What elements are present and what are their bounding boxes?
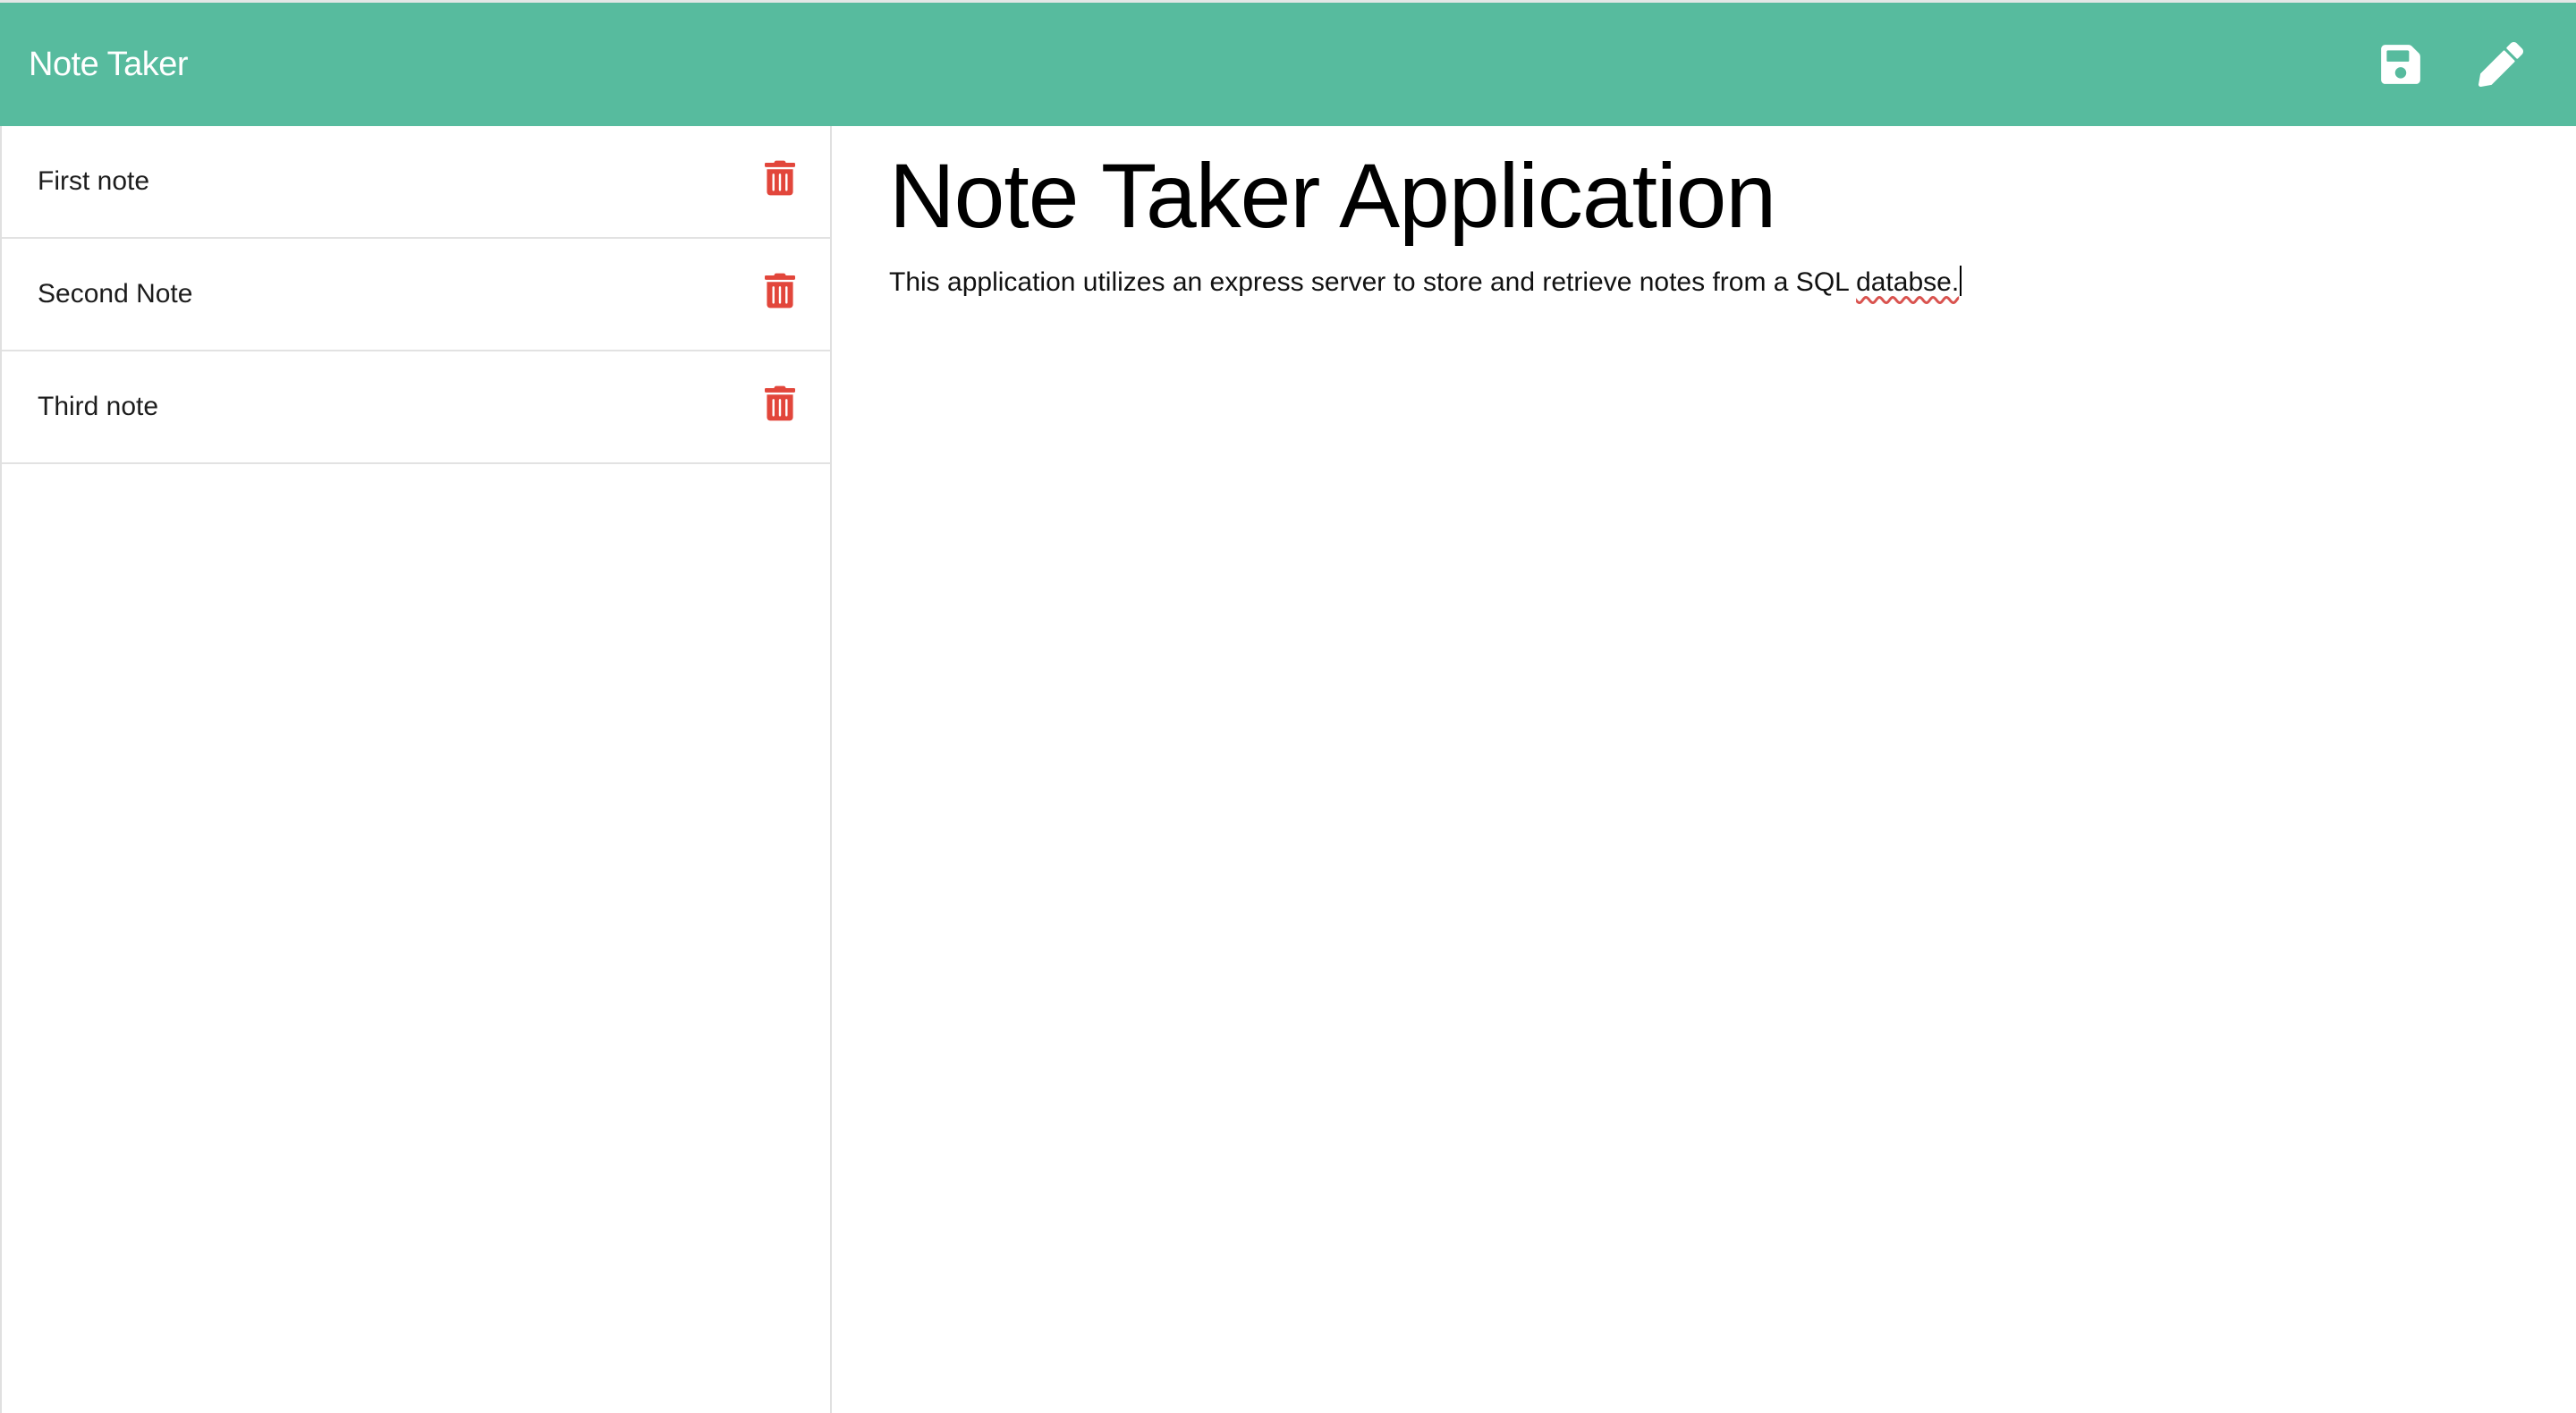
misspelled-word: databse. <box>1856 267 1960 298</box>
toolbar <box>2377 41 2524 88</box>
new-note-button[interactable] <box>2478 41 2524 88</box>
text-cursor <box>1960 266 1962 297</box>
save-icon <box>2381 45 2420 84</box>
list-item[interactable]: First note <box>2 126 830 239</box>
delete-note-button[interactable] <box>762 158 798 198</box>
note-title-input[interactable]: Note Taker Application <box>889 146 2576 246</box>
save-note-button[interactable] <box>2377 41 2424 88</box>
notes-list: First note Second Note Third note <box>0 126 832 1413</box>
list-item[interactable]: Third note <box>2 351 830 464</box>
note-editor: Note Taker Application This application … <box>832 126 2576 1413</box>
note-item-title: Second Note <box>38 279 193 309</box>
list-item[interactable]: Second Note <box>2 239 830 351</box>
trash-icon <box>765 273 795 309</box>
note-item-title: First note <box>38 166 150 196</box>
delete-note-button[interactable] <box>762 271 798 310</box>
delete-note-button[interactable] <box>762 384 798 423</box>
note-item-title: Third note <box>38 392 159 421</box>
navbar: Note Taker <box>0 0 2576 126</box>
pencil-icon <box>2479 42 2523 87</box>
note-body-textarea[interactable]: This application utilizes an express ser… <box>889 266 2576 298</box>
trash-icon <box>765 160 795 196</box>
app-title[interactable]: Note Taker <box>29 46 189 84</box>
note-body-text: This application utilizes an express ser… <box>889 267 1857 298</box>
trash-icon <box>765 385 795 421</box>
